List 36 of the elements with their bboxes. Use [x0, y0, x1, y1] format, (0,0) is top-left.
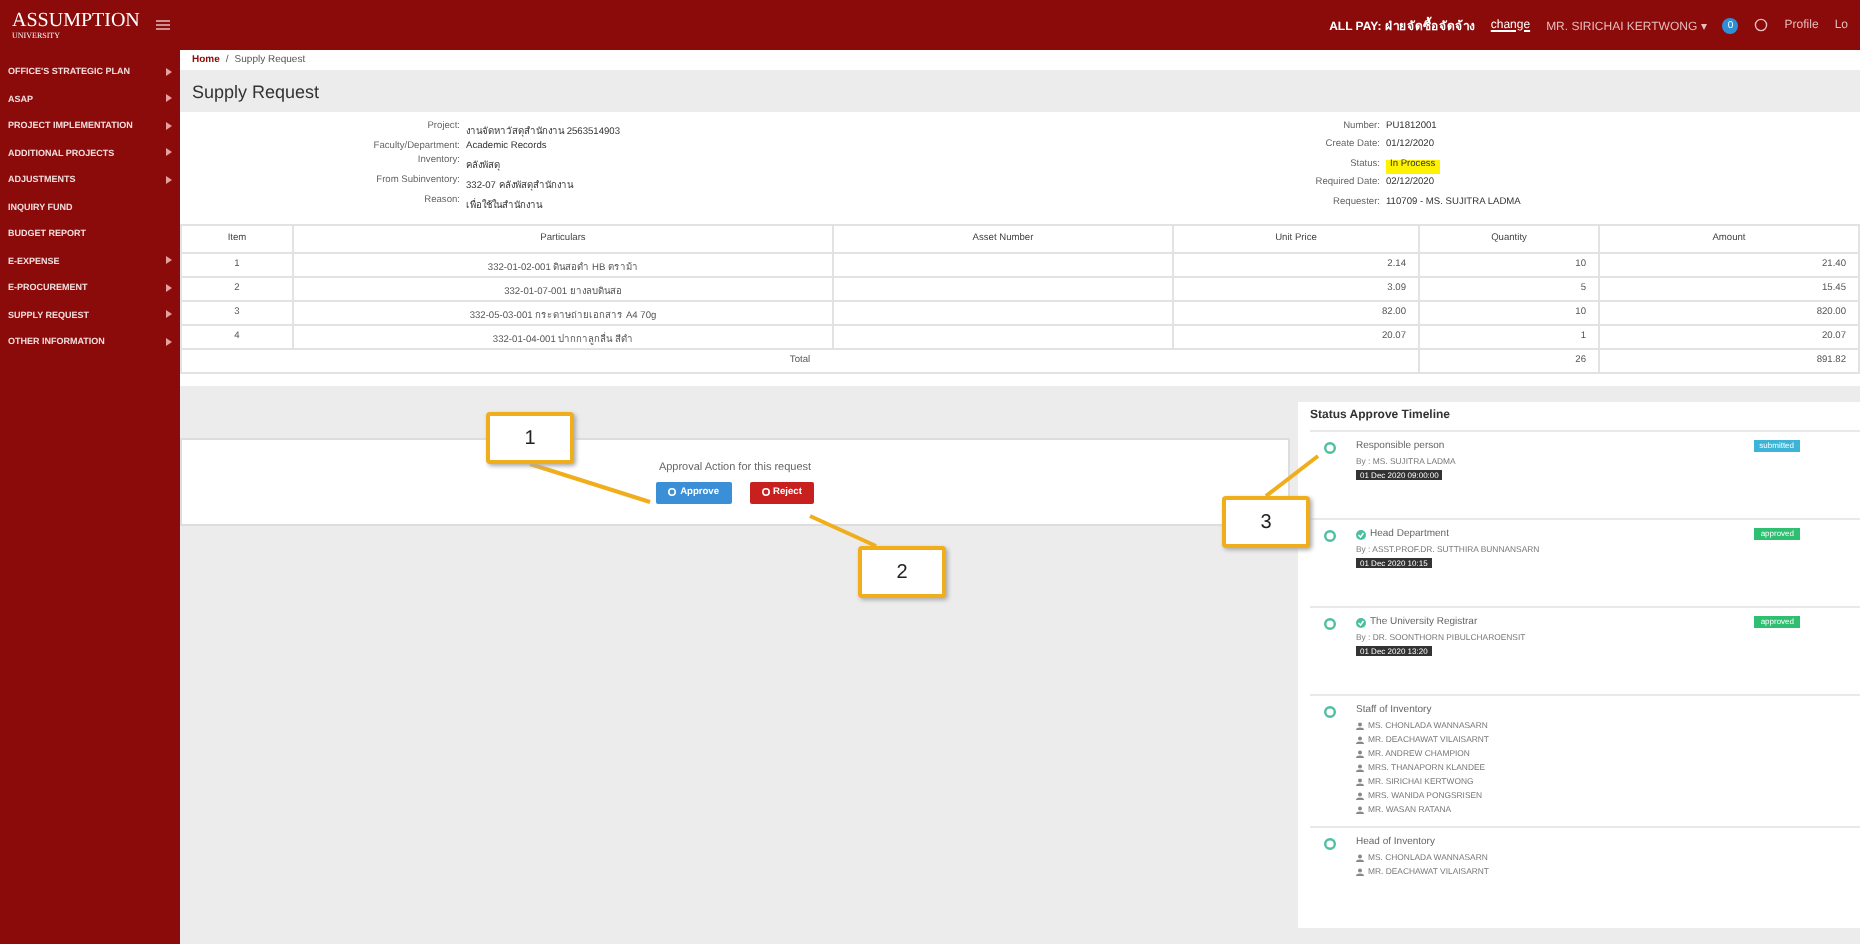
- caret-icon: [166, 121, 172, 130]
- menu-icon[interactable]: [155, 20, 170, 30]
- caret-icon: [166, 175, 172, 184]
- circle-icon: [761, 488, 770, 496]
- caret-icon: [166, 310, 172, 319]
- page-title: Supply Request: [190, 80, 322, 106]
- user-icon: [1356, 735, 1364, 743]
- user-icon: [1356, 749, 1364, 757]
- timeline-dot: [1324, 442, 1336, 454]
- caret-icon: [166, 148, 172, 157]
- user-icon: [1356, 867, 1364, 875]
- leader-line: [810, 516, 876, 546]
- check-circle-icon: [668, 488, 677, 496]
- callout-label: 3: [1222, 496, 1310, 548]
- leader-line: [530, 464, 650, 502]
- caret-icon: [166, 94, 172, 103]
- caret-icon: [166, 283, 172, 292]
- caret-icon: [166, 256, 172, 265]
- caret-icon: [166, 337, 172, 346]
- timeline-dot: [1324, 838, 1336, 850]
- user-icon: [1356, 853, 1364, 861]
- user-icon: [1356, 777, 1364, 785]
- user-icon: [1356, 791, 1364, 799]
- user-icon: [1356, 721, 1364, 729]
- callout-label: 2: [858, 546, 946, 598]
- timeline-dot: [1324, 706, 1336, 718]
- timeline-dot: [1324, 530, 1336, 542]
- check-icon: [1356, 617, 1366, 627]
- caret-icon: [166, 67, 172, 76]
- leader-line: [1266, 456, 1318, 496]
- help-icon[interactable]: [1754, 18, 1769, 32]
- timeline-dot: [1324, 618, 1336, 630]
- callout-label: 1: [486, 412, 574, 464]
- check-icon: [1356, 529, 1366, 539]
- user-icon: [1356, 763, 1364, 771]
- user-icon: [1356, 805, 1364, 813]
